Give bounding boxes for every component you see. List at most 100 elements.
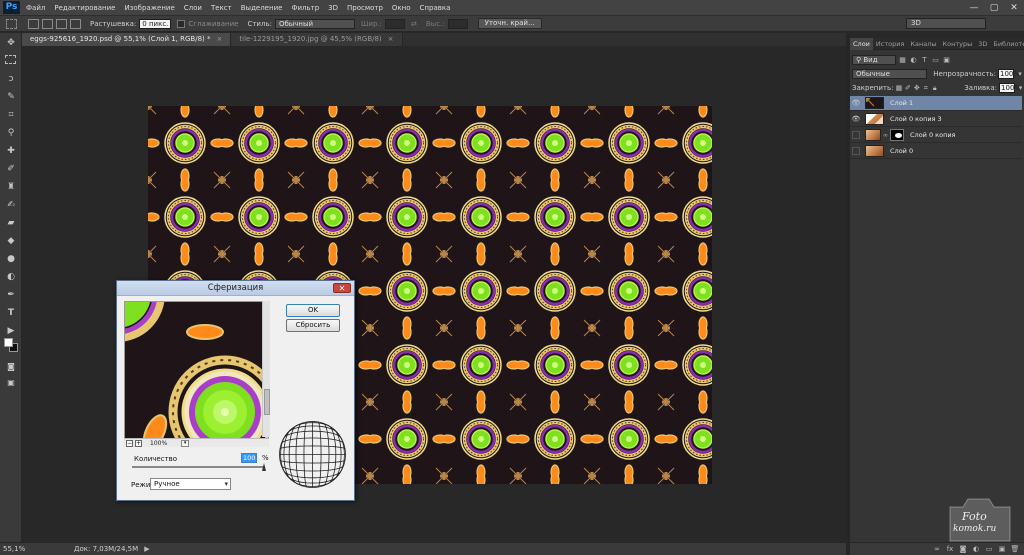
menu-image[interactable]: Изображение: [124, 4, 174, 12]
tab-3d[interactable]: 3D: [975, 38, 990, 50]
layer-row[interactable]: Слой 0: [850, 144, 1022, 159]
tab-channels[interactable]: Каналы: [907, 38, 939, 50]
tab-close-icon[interactable]: ×: [217, 33, 223, 46]
blur-tool-icon[interactable]: ●: [4, 253, 18, 265]
layer-row[interactable]: ∞ Слой 0 копия: [850, 128, 1022, 143]
filter-preview[interactable]: [124, 301, 269, 447]
screen-mode-icon[interactable]: ▣: [4, 377, 18, 389]
menu-edit[interactable]: Редактирование: [54, 4, 115, 12]
workspace-select[interactable]: 3D: [906, 18, 986, 29]
filter-type-icon[interactable]: T: [920, 56, 929, 65]
zoom-in-button[interactable]: +: [135, 439, 142, 447]
menu-file[interactable]: Файл: [26, 4, 45, 12]
antialias-checkbox[interactable]: [177, 19, 186, 28]
eraser-tool-icon[interactable]: ▰: [4, 217, 18, 229]
tab-eggs-psd[interactable]: eggs-925616_1920.psd @ 55,1% (Слой 1, RG…: [22, 33, 232, 46]
type-tool-icon[interactable]: T: [4, 307, 18, 319]
menu-3d[interactable]: 3D: [328, 4, 338, 12]
history-brush-tool-icon[interactable]: ✍: [4, 199, 18, 211]
menu-select[interactable]: Выделение: [241, 4, 283, 12]
mode-select[interactable]: Ручное ▾: [150, 478, 231, 490]
tab-tile-jpg[interactable]: tile-1229195_1920.jpg @ 45,5% (RGB/8) ×: [231, 33, 403, 46]
reset-button[interactable]: Сбросить: [286, 319, 340, 332]
menu-window[interactable]: Окно: [392, 4, 411, 12]
layer-style-icon[interactable]: fx: [945, 545, 955, 553]
visibility-toggle[interactable]: [852, 147, 860, 155]
crop-tool-icon[interactable]: ⌗: [4, 109, 18, 121]
opacity-dropdown-icon[interactable]: ▾: [1016, 70, 1024, 79]
tab-libraries[interactable]: Библиотеки: [990, 38, 1024, 50]
fill-dropdown-icon[interactable]: ▾: [1017, 84, 1024, 93]
adjustment-layer-icon[interactable]: ◐: [971, 545, 981, 553]
maximize-button[interactable]: ▢: [984, 0, 1004, 16]
style-select[interactable]: Обычный: [274, 18, 355, 29]
clone-stamp-tool-icon[interactable]: ♜: [4, 181, 18, 193]
status-menu-arrow-icon[interactable]: ▶: [144, 545, 149, 553]
path-selection-tool-icon[interactable]: ▶: [4, 325, 18, 337]
foreground-color-swatch[interactable]: [4, 338, 13, 347]
minimize-button[interactable]: —: [964, 0, 984, 16]
height-input[interactable]: [447, 18, 468, 29]
tab-history[interactable]: История: [873, 38, 907, 50]
lock-transparency-icon[interactable]: ▦: [895, 84, 903, 93]
dialog-close-button[interactable]: ✕: [333, 283, 351, 293]
move-tool-icon[interactable]: ✥: [4, 37, 18, 49]
new-layer-icon[interactable]: ▣: [997, 545, 1007, 553]
new-selection-icon[interactable]: [28, 18, 39, 29]
quick-mask-icon[interactable]: ◙: [4, 361, 18, 373]
refine-edge-button[interactable]: Уточн. край...: [477, 18, 542, 29]
marquee-tool-icon[interactable]: [5, 55, 16, 64]
filter-pixel-icon[interactable]: ▦: [898, 56, 907, 65]
width-input[interactable]: [385, 18, 405, 29]
dialog-titlebar[interactable]: Сферизация ✕: [117, 281, 354, 296]
link-layers-icon[interactable]: ∞: [932, 545, 942, 553]
intersect-selection-icon[interactable]: [70, 18, 81, 29]
amount-slider-track[interactable]: [132, 466, 265, 468]
add-selection-icon[interactable]: [42, 18, 53, 29]
blend-mode-select[interactable]: Обычные: [852, 69, 928, 79]
opacity-input[interactable]: 100%: [998, 69, 1020, 79]
preview-vertical-scrollbar[interactable]: [262, 301, 270, 437]
layer-filter-select[interactable]: ⚲ Вид: [852, 55, 896, 65]
layer-row[interactable]: 👁︎ Слой 0 копия 3: [850, 112, 1022, 127]
tab-close-icon[interactable]: ×: [388, 33, 394, 46]
new-group-icon[interactable]: ▭: [984, 545, 994, 553]
filter-shape-icon[interactable]: ▭: [931, 56, 940, 65]
lock-all-icon[interactable]: 🔒︎: [931, 84, 938, 93]
eyedropper-tool-icon[interactable]: ⚲: [4, 127, 18, 139]
swap-dimensions-icon[interactable]: ⇄: [411, 20, 417, 28]
zoom-out-button[interactable]: −: [126, 439, 133, 447]
quick-selection-tool-icon[interactable]: ✎: [4, 91, 18, 103]
filter-smart-object-icon[interactable]: ▣: [942, 56, 951, 65]
chevron-down-icon[interactable]: ▾: [181, 439, 190, 447]
pen-tool-icon[interactable]: ✒: [4, 289, 18, 301]
subtract-selection-icon[interactable]: [56, 18, 67, 29]
lock-artboard-icon[interactable]: ⌗: [922, 84, 929, 93]
menu-type[interactable]: Текст: [211, 4, 232, 12]
menu-filter[interactable]: Фильтр: [291, 4, 319, 12]
visibility-toggle[interactable]: [852, 131, 860, 139]
brush-tool-icon[interactable]: ✐: [4, 163, 18, 175]
menu-layers[interactable]: Слои: [184, 4, 202, 12]
layer-mask-thumbnail[interactable]: [890, 129, 904, 141]
lock-pixels-icon[interactable]: ✐: [904, 84, 911, 93]
lock-position-icon[interactable]: ✥: [913, 84, 920, 93]
close-window-button[interactable]: ✕: [1004, 0, 1024, 16]
mask-link-icon[interactable]: ∞: [883, 132, 888, 139]
menu-view[interactable]: Просмотр: [347, 4, 383, 12]
eye-icon[interactable]: 👁︎: [850, 115, 862, 123]
fill-input[interactable]: 100%: [999, 83, 1021, 93]
ok-button[interactable]: OK: [286, 304, 340, 317]
menu-help[interactable]: Справка: [420, 4, 451, 12]
tab-paths[interactable]: Контуры: [940, 38, 976, 50]
filter-adjustment-icon[interactable]: ◐: [909, 56, 918, 65]
tab-layers[interactable]: Слои: [850, 38, 873, 50]
marquee-tool-preset-icon[interactable]: [6, 18, 17, 29]
layer-row[interactable]: 👁︎ Слой 1: [850, 96, 1022, 111]
lasso-tool-icon[interactable]: ↄ: [4, 73, 18, 85]
paint-bucket-tool-icon[interactable]: ◆: [4, 235, 18, 247]
add-mask-icon[interactable]: ◙: [958, 545, 968, 553]
eye-icon[interactable]: 👁︎: [850, 99, 862, 107]
delete-layer-icon[interactable]: 🗑︎: [1010, 545, 1020, 553]
zoom-level[interactable]: 55,1%: [0, 545, 25, 553]
